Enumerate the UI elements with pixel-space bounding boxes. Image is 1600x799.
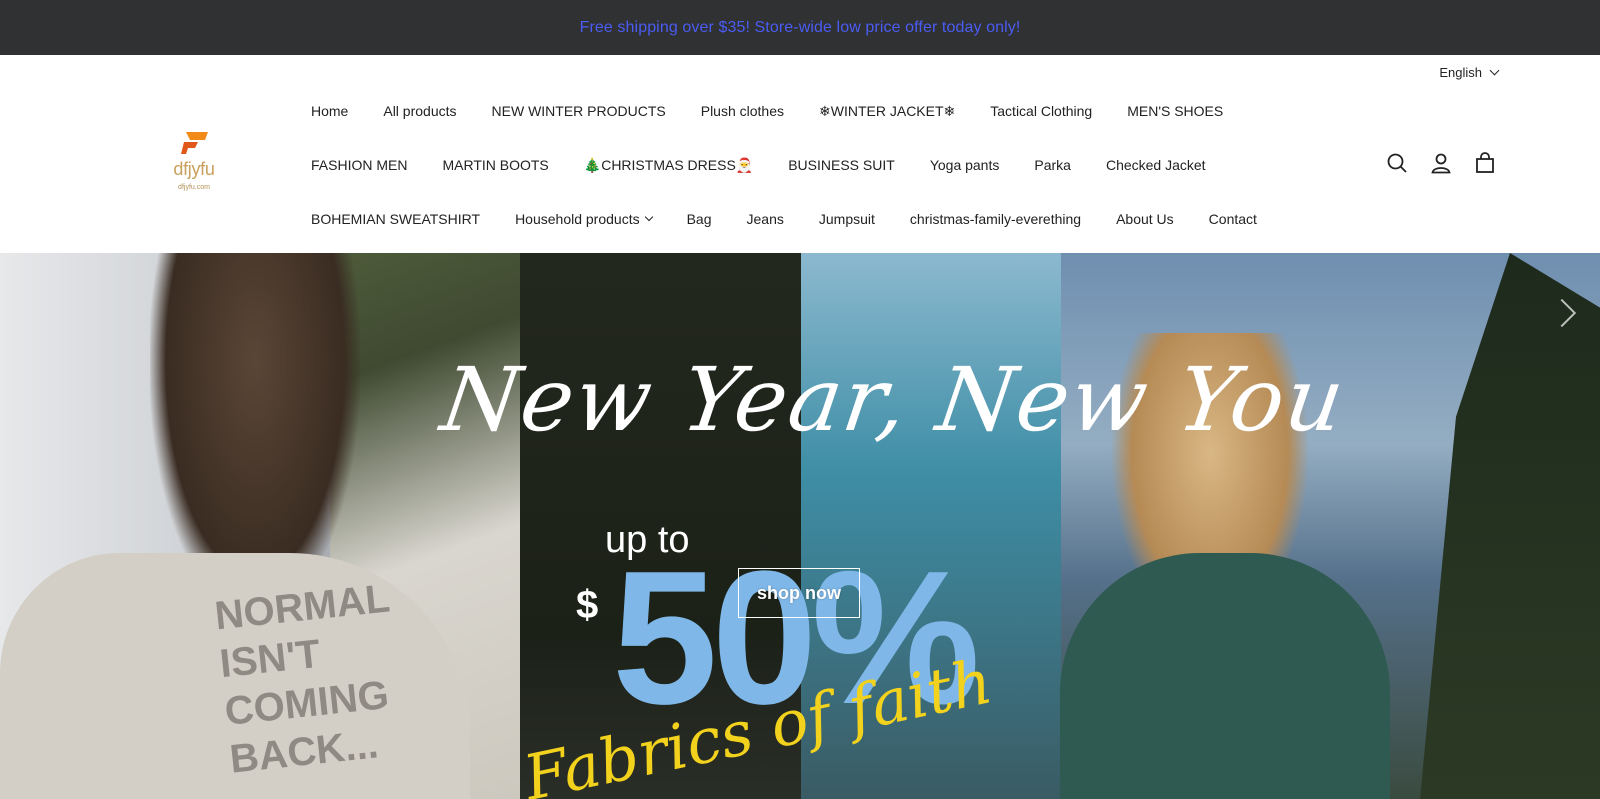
nav-bag[interactable]: Bag [687,207,712,231]
nav-home[interactable]: Home [311,99,348,123]
nav-jumpsuit[interactable]: Jumpsuit [819,207,875,231]
nav-martin-boots[interactable]: MARTIN BOOTS [442,153,548,177]
sweatshirt-image [1060,553,1390,799]
nav-plush-clothes[interactable]: Plush clothes [701,99,784,123]
nav-household-products[interactable]: Household products [515,207,653,231]
hoodie-print: NORMAL ISN'T COMING BACK... [212,576,392,782]
search-icon[interactable] [1386,152,1408,174]
main-nav-row-1: Home All products NEW WINTER PRODUCTS Pl… [311,99,1258,123]
logo-sub: dfjyfu.com [178,184,210,191]
nav-parka[interactable]: Parka [1034,153,1071,177]
account-icon[interactable] [1430,152,1452,174]
announcement-text: Free shipping over $35! Store-wide low p… [579,18,1021,36]
nav-business-suit[interactable]: BUSINESS SUIT [788,153,895,177]
nav-checked-jacket[interactable]: Checked Jacket [1106,153,1206,177]
nav-mens-shoes[interactable]: MEN'S SHOES [1127,99,1223,123]
nav-yoga-pants[interactable]: Yoga pants [930,153,1000,177]
nav-household-products-label: Household products [515,211,640,227]
nav-contact[interactable]: Contact [1209,207,1257,231]
nav-about-us[interactable]: About Us [1116,207,1174,231]
nav-christmas-dress[interactable]: 🎄CHRISTMAS DRESS🎅 [584,153,753,177]
announcement-bar: Free shipping over $35! Store-wide low p… [0,0,1600,55]
nav-new-winter-products[interactable]: NEW WINTER PRODUCTS [492,99,666,123]
site-header: English dfjyfu dfjyfu.com Home All produ… [0,55,1600,253]
language-selector[interactable]: English [1439,58,1500,86]
nav-fashion-men[interactable]: FASHION MEN [311,153,407,177]
nav-winter-jacket[interactable]: ❄WINTER JACKET❄ [819,99,955,123]
chevron-down-icon [644,212,653,222]
main-nav-row-2: FASHION MEN MARTIN BOOTS 🎄CHRISTMAS DRES… [311,153,1241,177]
logo-mark-icon [181,132,208,154]
logo-brand: dfjyfu [173,159,215,179]
shop-now-button[interactable]: shop now [738,568,860,618]
nav-all-products[interactable]: All products [383,99,456,123]
site-logo[interactable]: dfjyfu dfjyfu.com [168,130,220,200]
hero-currency: $ [576,583,599,627]
nav-christmas-family[interactable]: christmas-family-everething [910,207,1081,231]
nav-jeans[interactable]: Jeans [747,207,784,231]
language-label: English [1439,64,1482,80]
header-icons [1386,152,1496,174]
hero-banner[interactable]: NORMAL ISN'T COMING BACK... New Year, Ne… [0,253,1600,799]
nav-bohemian-sweatshirt[interactable]: BOHEMIAN SWEATSHIRT [311,207,480,231]
nav-tactical-clothing[interactable]: Tactical Clothing [990,99,1092,123]
main-nav-row-3: BOHEMIAN SWEATSHIRT Household products B… [311,207,1292,231]
cart-icon[interactable] [1474,152,1496,174]
hero-headline: New Year, New You [435,348,1353,451]
chevron-down-icon [1489,65,1500,75]
